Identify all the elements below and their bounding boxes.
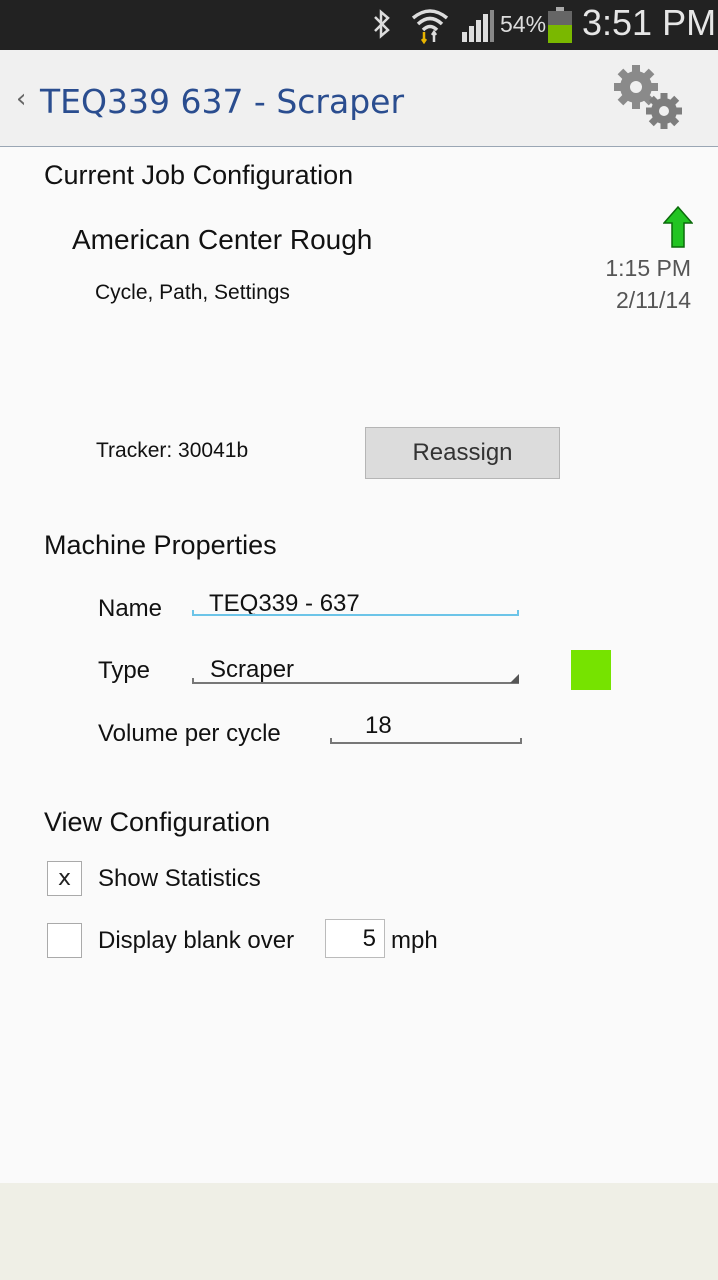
job-timestamp: 1:15 PM 2/11/14	[560, 252, 691, 316]
type-label: Type	[98, 657, 151, 684]
reassign-button[interactable]: Reassign	[365, 427, 560, 479]
job-section-title: Current Job Configuration	[44, 160, 354, 190]
bluetooth-icon	[370, 8, 394, 44]
speed-unit-label: mph	[391, 927, 438, 954]
name-label: Name	[98, 595, 163, 622]
job-subtitle: Cycle, Path, Settings	[95, 281, 290, 304]
battery-icon	[548, 7, 572, 43]
type-select-underline[interactable]	[192, 668, 519, 684]
volume-label: Volume per cycle	[98, 720, 281, 747]
display-blank-label: Display blank over	[98, 927, 295, 954]
chevron-left-icon[interactable]: ‹	[16, 84, 26, 114]
machine-section-title: Machine Properties	[44, 530, 277, 560]
page-title[interactable]: TEQ339 637 - Scraper	[40, 82, 404, 121]
signal-icon	[460, 10, 494, 46]
tracker-label: Tracker: 30041b	[96, 439, 249, 462]
job-time: 1:15 PM	[605, 255, 691, 281]
type-color-swatch[interactable]	[571, 650, 611, 690]
upload-arrow-icon	[662, 205, 694, 252]
display-blank-checkbox[interactable]	[47, 923, 82, 958]
show-statistics-checkbox[interactable]: x	[47, 861, 82, 896]
view-section-title: View Configuration	[44, 807, 271, 837]
gears-icon[interactable]	[612, 62, 686, 136]
show-statistics-label: Show Statistics	[98, 865, 261, 892]
wifi-icon	[410, 6, 450, 48]
status-clock: 3:51 PM	[582, 2, 717, 43]
battery-percent: 54%	[500, 11, 547, 37]
action-bar: ‹ TEQ339 637 - Scraper	[0, 50, 718, 147]
job-date: 2/11/14	[615, 287, 691, 313]
name-input-underline[interactable]	[192, 600, 519, 616]
job-name[interactable]: American Center Rough	[72, 224, 372, 256]
volume-input-underline[interactable]	[330, 728, 522, 744]
speed-threshold-input[interactable]: 5	[325, 919, 385, 958]
dropdown-corner-icon	[510, 674, 519, 683]
status-bar: 54% 3:51 PM	[0, 0, 718, 50]
footer-area	[0, 1183, 718, 1280]
